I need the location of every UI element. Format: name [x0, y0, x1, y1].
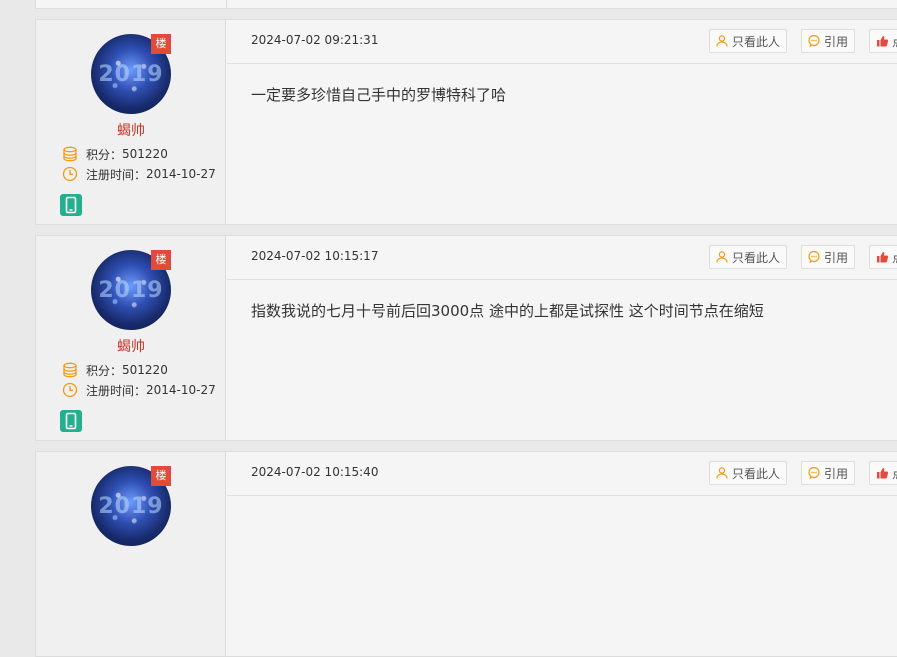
mobile-phone-icon: [60, 194, 82, 216]
coins-stack-icon: [62, 362, 78, 378]
avatar-year-text: 2019: [98, 62, 164, 87]
username[interactable]: 蝎帅: [36, 120, 226, 140]
like-button[interactable]: 点: [869, 245, 897, 269]
points-value: 501220: [122, 363, 168, 377]
floor-badge: 楼: [151, 34, 171, 54]
chat-bubble-icon: [808, 34, 820, 47]
clock-icon: [62, 382, 78, 398]
avatar-year-text: 2019: [98, 278, 164, 303]
quote-button[interactable]: 引用: [801, 29, 855, 53]
author-panel: 2019 楼 蝎帅 积分： 501220 注册时间： 2014-10-27: [36, 20, 226, 224]
post-card: 2019 楼 2024-07-02 10:15:40 只看此人 引用 点: [35, 451, 897, 657]
author-panel: 2019 楼 蝎帅 积分： 501220 注册时间： 2014-10-27: [36, 236, 226, 440]
thumbs-up-icon: [877, 468, 889, 479]
quote-label: 引用: [824, 250, 849, 265]
quote-label: 引用: [824, 34, 849, 49]
mobile-phone-icon: [60, 410, 82, 432]
post-content: 一定要多珍惜自己手中的罗博特科了哈: [251, 86, 507, 104]
floor-badge: 楼: [151, 466, 171, 486]
points-label: 积分：: [86, 147, 123, 162]
user-icon: [716, 467, 728, 479]
only-author-label: 只看此人: [732, 34, 781, 49]
only-author-button[interactable]: 只看此人: [709, 29, 787, 53]
avatar-year-text: 2019: [98, 494, 164, 519]
points-stat: 积分： 501220: [62, 146, 168, 162]
user-icon: [716, 35, 728, 47]
only-author-label: 只看此人: [732, 250, 781, 265]
only-author-button[interactable]: 只看此人: [709, 245, 787, 269]
reg-time-value: 2014-10-27: [146, 167, 216, 181]
reg-time-stat: 注册时间： 2014-10-27: [62, 382, 216, 398]
clock-icon: [62, 166, 78, 182]
points-value: 501220: [122, 147, 168, 161]
floor-badge: 楼: [151, 250, 171, 270]
post-timestamp: 2024-07-02 10:15:40: [251, 465, 379, 479]
thumbs-up-icon: [877, 252, 889, 263]
reg-time-value: 2014-10-27: [146, 383, 216, 397]
reg-time-stat: 注册时间： 2014-10-27: [62, 166, 216, 182]
post-card: 2019 楼 蝎帅 积分： 501220 注册时间： 2014-10-27 20…: [35, 19, 897, 225]
post-main: 2024-07-02 10:15:40 只看此人 引用 点: [227, 452, 897, 656]
column-divider: [226, 0, 227, 8]
post-main: 2024-07-02 10:15:17 只看此人 引用 点 指数我说的七月十号前…: [227, 236, 897, 440]
points-stat: 积分： 501220: [62, 362, 168, 378]
username[interactable]: 蝎帅: [36, 336, 226, 356]
user-icon: [716, 251, 728, 263]
like-button[interactable]: 点: [869, 461, 897, 485]
reg-time-label: 注册时间：: [86, 167, 147, 182]
like-label: 点: [892, 249, 897, 266]
post-main: 2024-07-02 09:21:31 只看此人 引用 点 一定要多珍惜自己手中…: [227, 20, 897, 224]
post-card: 2019 楼 蝎帅 积分： 501220 注册时间： 2014-10-27 20…: [35, 235, 897, 441]
quote-button[interactable]: 引用: [801, 461, 855, 485]
only-author-button[interactable]: 只看此人: [709, 461, 787, 485]
chat-bubble-icon: [808, 466, 820, 479]
reg-time-label: 注册时间：: [86, 383, 147, 398]
post-header: 2024-07-02 09:21:31 只看此人 引用 点: [227, 20, 897, 64]
post-timestamp: 2024-07-02 10:15:17: [251, 249, 379, 263]
post-header: 2024-07-02 10:15:40 只看此人 引用 点: [227, 452, 897, 496]
quote-button[interactable]: 引用: [801, 245, 855, 269]
post-header: 2024-07-02 10:15:17 只看此人 引用 点: [227, 236, 897, 280]
post-timestamp: 2024-07-02 09:21:31: [251, 33, 379, 47]
previous-post-tail: [35, 0, 897, 9]
chat-bubble-icon: [808, 250, 820, 263]
points-label: 积分：: [86, 363, 123, 378]
coins-stack-icon: [62, 146, 78, 162]
like-button[interactable]: 点: [869, 29, 897, 53]
author-panel: 2019 楼: [36, 452, 226, 656]
post-content: 指数我说的七月十号前后回3000点 途中的上都是试探性 这个时间节点在缩短: [251, 302, 764, 320]
like-label: 点: [892, 33, 897, 50]
thumbs-up-icon: [877, 36, 889, 47]
